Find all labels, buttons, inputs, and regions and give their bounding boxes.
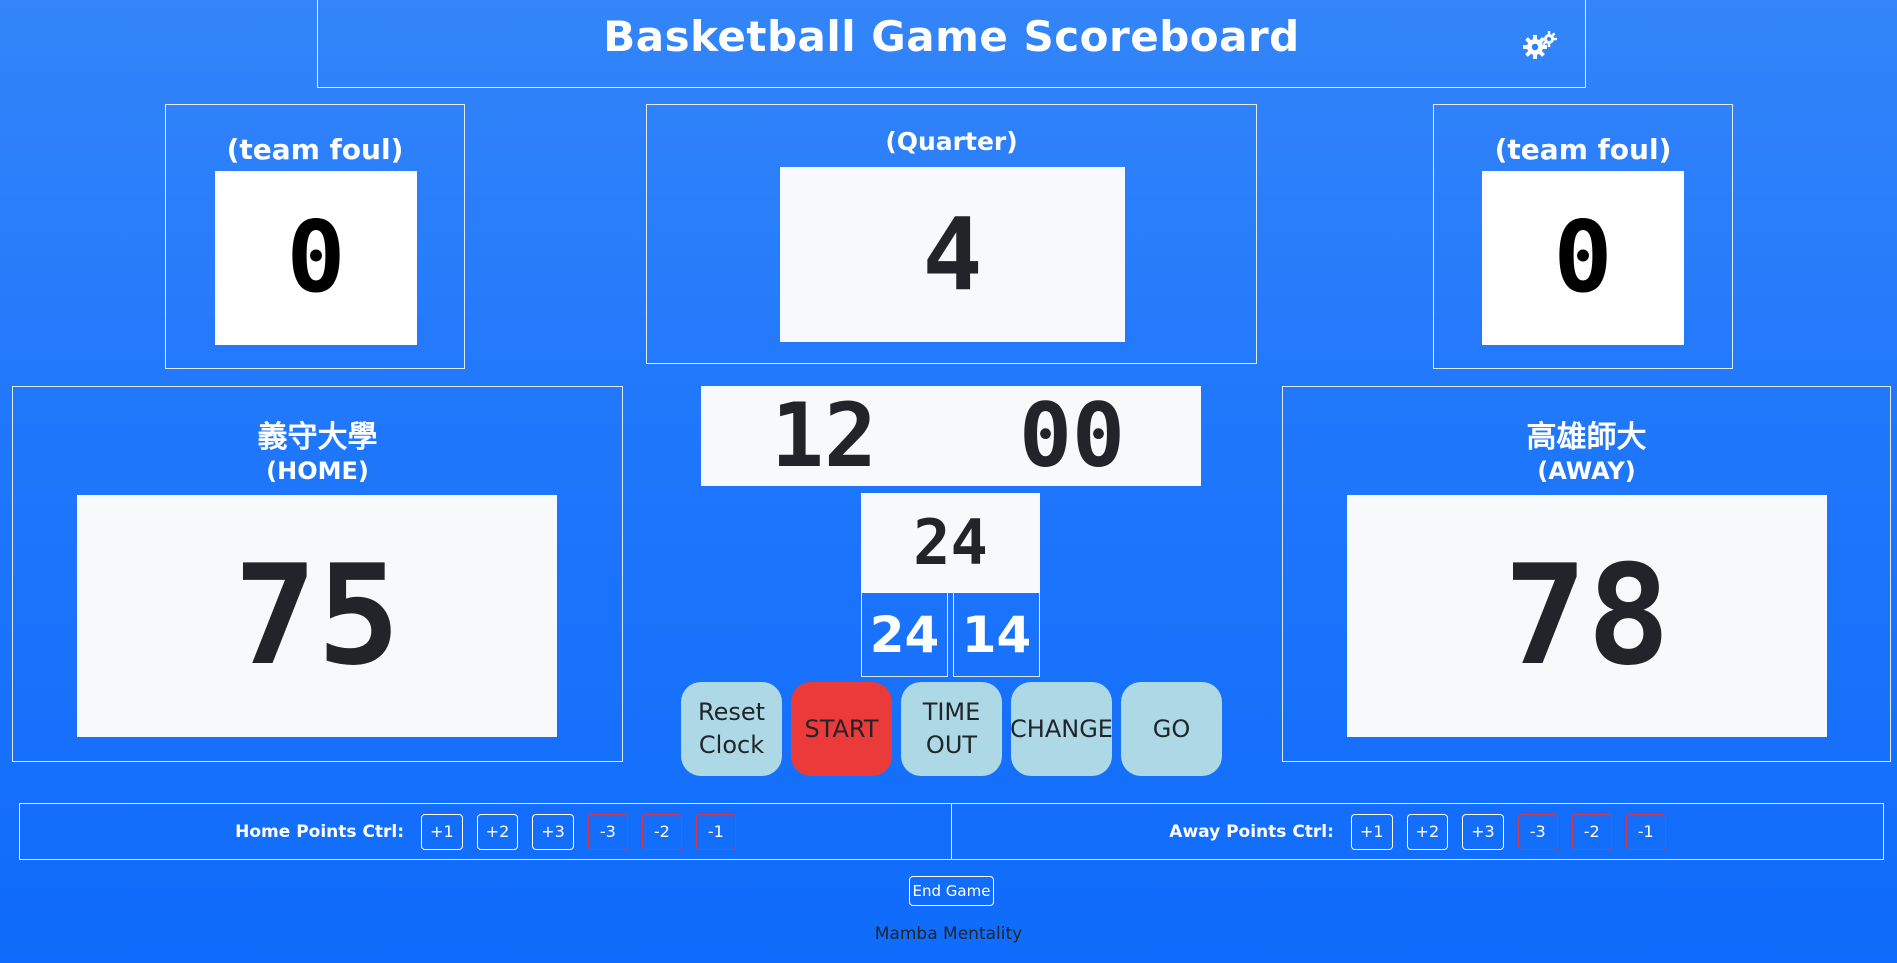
quarter-panel: (Quarter) 4 <box>646 104 1257 364</box>
away-points-ctrl: Away Points Ctrl: +1 +2 +3 -3 -2 -1 <box>952 804 1883 859</box>
away-plus1-button[interactable]: +1 <box>1350 813 1393 850</box>
page-title: Basketball Game Scoreboard <box>603 12 1300 61</box>
away-minus1-button[interactable]: -1 <box>1625 813 1666 850</box>
home-team-tag: (HOME) <box>266 457 369 485</box>
reset-label-2: Clock <box>698 731 765 759</box>
timeout-label-1: TIME <box>922 698 981 726</box>
home-minus2-button[interactable]: -2 <box>641 813 682 850</box>
footer-text: Mamba Mentality <box>874 924 1023 944</box>
home-minus1-button[interactable]: -1 <box>695 813 736 850</box>
away-minus2-button[interactable]: -2 <box>1571 813 1612 850</box>
shot-clock-24-button[interactable]: 24 <box>861 592 948 677</box>
away-score: 78 <box>1347 495 1827 737</box>
reset-clock-button[interactable]: Reset Clock <box>681 682 782 776</box>
home-score: 75 <box>77 495 557 737</box>
shot-clock: 24 <box>861 493 1040 593</box>
timeout-button[interactable]: TIME OUT <box>901 682 1002 776</box>
away-plus2-button[interactable]: +2 <box>1406 813 1449 850</box>
home-plus1-button[interactable]: +1 <box>421 813 463 850</box>
away-plus3-button[interactable]: +3 <box>1462 813 1504 850</box>
quarter-label: (Quarter) <box>885 127 1018 156</box>
timeout-label-2: OUT <box>925 731 978 759</box>
home-plus2-button[interactable]: +2 <box>476 813 519 850</box>
away-ctrl-label: Away Points Ctrl: <box>1169 821 1334 842</box>
away-team-name: 高雄師大 <box>1526 420 1647 455</box>
end-game-button[interactable]: End Game <box>909 876 994 906</box>
home-plus3-button[interactable]: +3 <box>532 813 574 850</box>
quarter-value: 4 <box>780 167 1125 342</box>
away-team-panel: 高雄師大 (AWAY) 78 <box>1282 386 1891 762</box>
game-clock: 12 00 <box>701 386 1201 486</box>
gears-icon[interactable] <box>1523 30 1557 60</box>
away-minus3-button[interactable]: -3 <box>1517 813 1558 850</box>
header-bar: Basketball Game Scoreboard <box>317 0 1586 88</box>
home-foul-panel: (team foul) 0 <box>165 104 465 369</box>
reset-label-1: Reset <box>697 698 766 726</box>
go-button[interactable]: GO <box>1121 682 1222 776</box>
away-foul-value: 0 <box>1482 171 1684 345</box>
home-ctrl-label: Home Points Ctrl: <box>235 821 405 842</box>
away-team-tag: (AWAY) <box>1537 457 1636 485</box>
change-button[interactable]: CHANGE <box>1010 682 1113 776</box>
start-button[interactable]: START <box>791 682 892 776</box>
shot-clock-14-button[interactable]: 14 <box>953 592 1040 677</box>
home-points-ctrl: Home Points Ctrl: +1 +2 +3 -3 -2 -1 <box>20 804 952 859</box>
points-control-strip: Home Points Ctrl: +1 +2 +3 -3 -2 -1 Away… <box>19 803 1884 860</box>
clock-minutes: 12 <box>771 384 877 487</box>
home-foul-label: (team foul) <box>226 133 404 166</box>
home-team-panel: 義守大學 (HOME) 75 <box>12 386 623 762</box>
home-minus3-button[interactable]: -3 <box>587 813 628 850</box>
home-foul-value: 0 <box>215 171 417 345</box>
away-foul-label: (team foul) <box>1494 133 1672 166</box>
away-foul-panel: (team foul) 0 <box>1433 104 1733 369</box>
home-team-name: 義守大學 <box>257 420 378 455</box>
clock-seconds: 00 <box>1019 384 1125 487</box>
